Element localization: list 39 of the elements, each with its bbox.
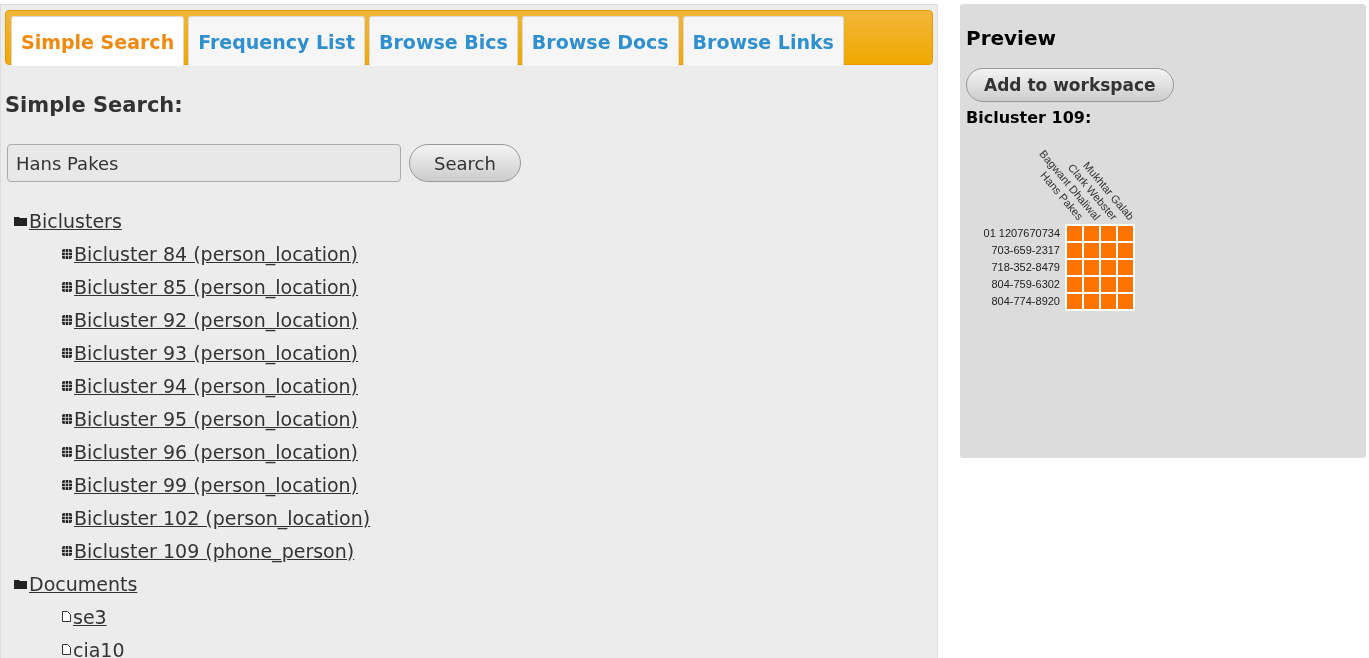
tree-link[interactable]: cia10	[73, 638, 125, 658]
tree-link[interactable]: Bicluster 85 (person_location)	[74, 275, 359, 298]
add-to-workspace-button[interactable]: Add to workspace	[966, 68, 1174, 102]
tree-link[interactable]: Biclusters	[29, 209, 122, 232]
row-label: 703-659-2317	[991, 244, 1060, 256]
bicluster-title: Bicluster 109:	[966, 108, 1093, 127]
grid-icon	[62, 545, 72, 556]
grid-icon	[62, 380, 72, 391]
document-icon	[62, 644, 71, 655]
tree-link[interactable]: Bicluster 102 (person_location)	[74, 506, 371, 529]
tree-link[interactable]: se3	[73, 605, 107, 628]
tree-link[interactable]: Bicluster 94 (person_location)	[74, 374, 359, 397]
grid-icon	[62, 512, 72, 523]
tree-link[interactable]: Documents	[29, 572, 138, 595]
tree-link[interactable]: Bicluster 109 (phone_person)	[74, 539, 355, 562]
grid-icon	[62, 281, 72, 292]
folder-icon	[14, 578, 27, 589]
grid-icon	[62, 347, 72, 358]
preview-title: Preview	[966, 26, 1058, 50]
row-label: 804-759-6302	[991, 278, 1060, 290]
section-heading: Simple Search:	[5, 93, 184, 117]
tree-link[interactable]: Bicluster 92 (person_location)	[74, 308, 359, 331]
tree-link[interactable]: Bicluster 84 (person_location)	[74, 242, 359, 265]
document-icon	[62, 611, 71, 622]
grid-icon	[62, 314, 72, 325]
grid-icon	[62, 248, 72, 259]
tree-link[interactable]: Bicluster 99 (person_location)	[74, 473, 359, 496]
tree-link[interactable]: Bicluster 93 (person_location)	[74, 341, 359, 364]
grid-icon	[62, 446, 72, 457]
grid-icon	[62, 413, 72, 424]
grid-icon	[62, 479, 72, 490]
search-field[interactable]: Hans Pakes	[7, 144, 401, 182]
row-label: 804-774-8920	[991, 295, 1060, 307]
search-button[interactable]: Search	[409, 144, 521, 182]
row-label: 718-352-8479	[991, 261, 1060, 273]
tree-link[interactable]: Bicluster 96 (person_location)	[74, 440, 359, 463]
row-label: 01 1207670734	[983, 227, 1060, 239]
folder-icon	[14, 215, 27, 226]
tree-link[interactable]: Bicluster 95 (person_location)	[74, 407, 359, 430]
